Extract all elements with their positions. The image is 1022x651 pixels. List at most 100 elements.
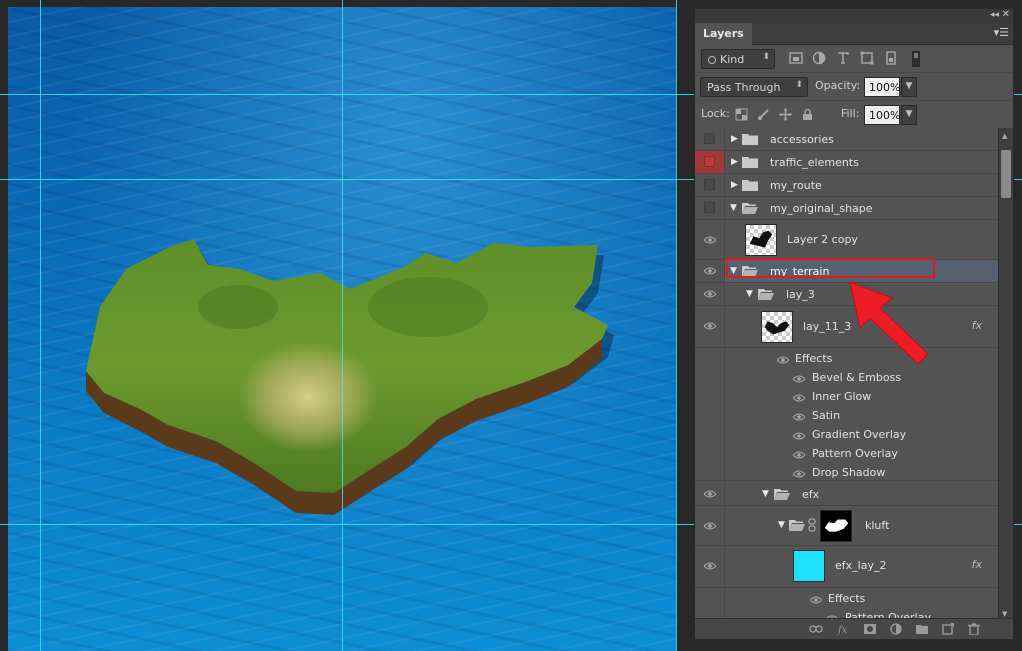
eye-icon[interactable] xyxy=(810,596,822,604)
lock-all-icon[interactable] xyxy=(801,108,814,121)
eye-icon[interactable] xyxy=(793,470,805,478)
layer-thumbnail[interactable] xyxy=(761,311,793,343)
layer-name: my_route xyxy=(770,179,822,192)
folder-open-icon xyxy=(742,266,758,277)
layer-row-traffic-elements[interactable]: ▶ traffic_elements xyxy=(695,151,998,174)
visibility-cell[interactable] xyxy=(695,260,725,282)
eye-icon[interactable] xyxy=(704,562,716,570)
eye-icon[interactable] xyxy=(777,356,789,364)
visibility-cell[interactable] xyxy=(695,506,725,545)
eye-icon[interactable] xyxy=(793,375,805,383)
collapse-panel-icon[interactable]: ◂◂ xyxy=(990,10,999,20)
visibility-toggle-empty[interactable] xyxy=(704,202,715,213)
mask-thumbnail[interactable] xyxy=(820,510,852,542)
fill-slider-toggle[interactable]: ▼ xyxy=(901,105,917,125)
disclosure-triangle-icon[interactable]: ▶ xyxy=(731,157,738,167)
lock-row: Lock: Fill: 100% ▼ xyxy=(695,101,1013,129)
filter-kind-dropdown[interactable]: Kind ⬍ xyxy=(701,49,775,69)
effect-item[interactable]: Pattern Overlay xyxy=(812,447,898,460)
disclosure-triangle-open-icon[interactable]: ▼ xyxy=(730,203,737,213)
layer-row-my-route[interactable]: ▶ my_route xyxy=(695,174,998,197)
effect-item[interactable]: Satin xyxy=(812,409,840,422)
layer-row-efx-lay-2[interactable]: efx_lay_2 fx xyxy=(695,546,998,588)
visibility-cell[interactable] xyxy=(695,283,725,305)
scroll-down-icon[interactable]: ▼ xyxy=(1002,610,1007,618)
blend-mode-dropdown[interactable]: Pass Through ⬍ xyxy=(700,77,808,97)
layer-row-my-original-shape[interactable]: ▼ my_original_shape xyxy=(695,197,998,220)
guide-vertical xyxy=(342,0,343,651)
fill-field[interactable]: 100% xyxy=(864,105,900,125)
layer-thumbnail-cyan[interactable] xyxy=(793,550,825,582)
eye-icon[interactable] xyxy=(704,267,716,275)
eye-icon[interactable] xyxy=(704,522,716,530)
new-layer-icon[interactable] xyxy=(941,623,955,635)
filter-toggle-switch[interactable] xyxy=(912,51,920,67)
document-canvas-area[interactable] xyxy=(0,0,688,651)
visibility-toggle-empty[interactable] xyxy=(704,156,715,167)
opacity-slider-toggle[interactable]: ▼ xyxy=(901,77,917,97)
eye-icon[interactable] xyxy=(793,394,805,402)
disclosure-triangle-open-icon[interactable]: ▼ xyxy=(746,289,753,299)
panel-menu-icon[interactable]: ▾☰ xyxy=(994,26,1009,39)
new-group-folder-icon[interactable] xyxy=(915,623,929,635)
lock-position-icon[interactable] xyxy=(779,108,792,121)
half-circle-icon[interactable] xyxy=(812,51,826,65)
effect-item[interactable]: Gradient Overlay xyxy=(812,428,906,441)
effects-label[interactable]: Effects xyxy=(828,592,865,605)
layer-row-kluft[interactable]: ▼ kluft xyxy=(695,506,998,546)
visibility-cell[interactable] xyxy=(695,220,725,259)
visibility-toggle-empty[interactable] xyxy=(704,179,715,190)
type-icon[interactable] xyxy=(836,51,850,65)
visibility-cell-red[interactable] xyxy=(695,151,725,173)
tab-layers[interactable]: Layers xyxy=(695,23,752,45)
layer-row-layer-2-copy[interactable]: Layer 2 copy xyxy=(695,220,998,260)
link-icon[interactable] xyxy=(808,518,816,532)
eye-icon[interactable] xyxy=(704,236,716,244)
visibility-cell[interactable] xyxy=(695,306,725,347)
layer-name: lay_3 xyxy=(786,288,815,301)
link-layers-icon[interactable] xyxy=(809,623,823,635)
fx-badge[interactable]: fx xyxy=(972,558,982,571)
lock-image-pixels-icon[interactable] xyxy=(757,108,770,121)
scrollbar-thumb[interactable] xyxy=(1001,150,1011,198)
disclosure-triangle-open-icon[interactable]: ▼ xyxy=(730,266,737,276)
trash-icon[interactable] xyxy=(967,623,981,635)
scroll-up-icon[interactable]: ▲ xyxy=(1002,132,1007,140)
disclosure-triangle-open-icon[interactable]: ▼ xyxy=(778,520,785,530)
effect-item[interactable]: Inner Glow xyxy=(812,390,871,403)
layer-row-efx[interactable]: ▼ efx xyxy=(695,482,998,506)
visibility-cell[interactable] xyxy=(695,482,725,505)
eye-icon[interactable] xyxy=(793,432,805,440)
effects-label[interactable]: Effects xyxy=(795,352,832,365)
lock-transparent-pixels-icon[interactable] xyxy=(735,108,748,121)
layer-row-accessories[interactable]: ▶ accessories xyxy=(695,128,998,151)
effect-item[interactable]: Bevel & Emboss xyxy=(812,371,901,384)
visibility-cell[interactable] xyxy=(695,128,725,150)
eye-icon[interactable] xyxy=(793,451,805,459)
close-panel-icon[interactable]: ✕ xyxy=(1002,9,1010,20)
shape-thumbnail-image xyxy=(749,230,773,248)
effect-item[interactable]: Drop Shadow xyxy=(812,466,885,479)
eye-icon[interactable] xyxy=(793,413,805,421)
image-icon[interactable] xyxy=(789,51,803,65)
add-mask-icon[interactable] xyxy=(863,623,877,635)
visibility-toggle-empty[interactable] xyxy=(704,133,715,144)
panel-title-bar[interactable]: ◂◂ ✕ xyxy=(695,9,1013,23)
disclosure-triangle-icon[interactable]: ▶ xyxy=(731,180,738,190)
visibility-cell[interactable] xyxy=(695,546,725,587)
opacity-field[interactable]: 100% xyxy=(864,77,900,97)
disclosure-triangle-open-icon[interactable]: ▼ xyxy=(762,489,769,499)
eye-icon[interactable] xyxy=(704,490,716,498)
layer-list-scrollbar[interactable]: ▲ ▼ xyxy=(998,128,1013,620)
smart-object-icon[interactable] xyxy=(884,51,898,65)
eye-icon[interactable] xyxy=(704,322,716,330)
fx-add-style-icon[interactable]: fx xyxy=(837,623,851,635)
eye-icon[interactable] xyxy=(704,290,716,298)
adjustment-layer-icon[interactable] xyxy=(889,623,903,635)
visibility-cell[interactable] xyxy=(695,174,725,196)
layer-thumbnail[interactable] xyxy=(745,224,777,256)
disclosure-triangle-icon[interactable]: ▶ xyxy=(731,134,738,144)
shape-icon[interactable] xyxy=(860,51,874,65)
visibility-cell[interactable] xyxy=(695,197,725,219)
fx-badge[interactable]: fx xyxy=(972,319,982,332)
